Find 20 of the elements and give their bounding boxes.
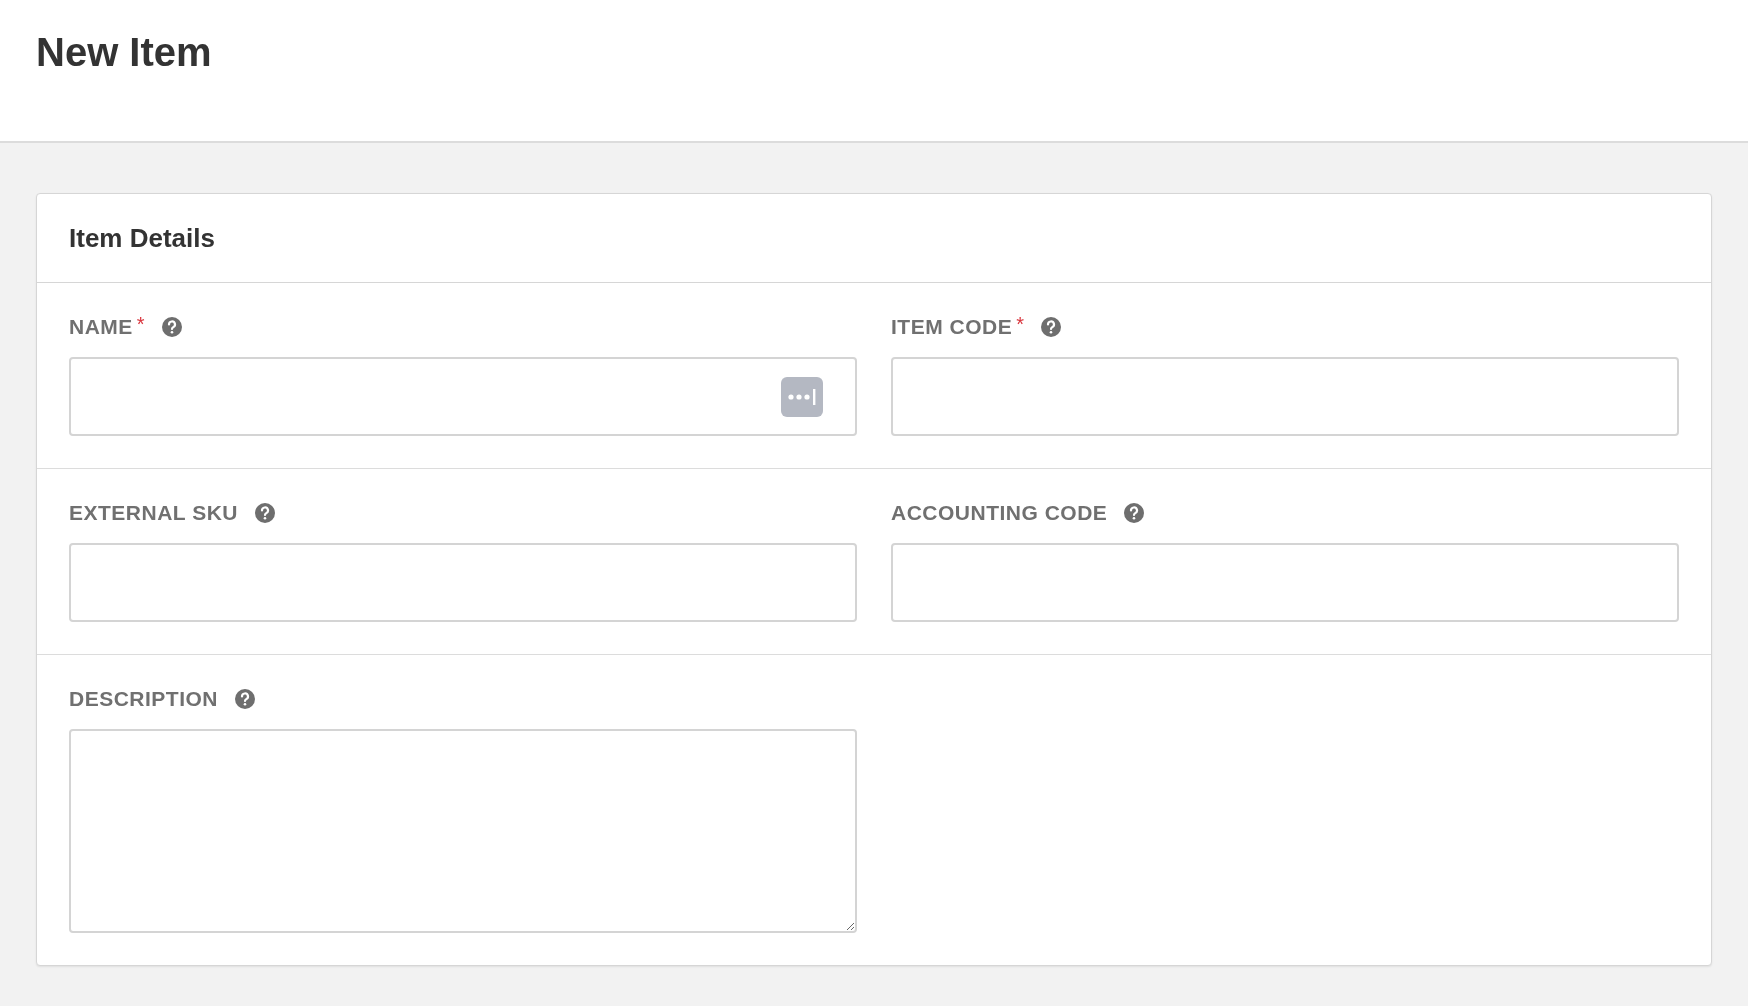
help-icon[interactable]	[234, 688, 256, 710]
field-label: DESCRIPTION	[69, 687, 218, 711]
page-title: New Item	[36, 30, 213, 75]
help-icon[interactable]	[1123, 502, 1146, 524]
required-mark: *	[1016, 313, 1024, 336]
card-title: Item Details	[69, 222, 215, 254]
field-label: EXTERNAL SKU	[69, 501, 238, 525]
input-field[interactable]	[891, 543, 1679, 622]
text-area[interactable]	[69, 729, 857, 933]
required-mark: *	[136, 313, 145, 336]
field-label: ITEM CODE	[891, 315, 1013, 339]
field-label: NAME	[69, 315, 133, 339]
input-field[interactable]	[891, 357, 1679, 436]
field-label: ACCOUNTING CODE	[891, 501, 1108, 525]
input-field[interactable]	[69, 357, 857, 436]
autofill-icon[interactable]	[781, 377, 823, 417]
input-field[interactable]	[69, 543, 857, 622]
help-icon[interactable]	[1039, 316, 1062, 338]
help-icon[interactable]	[253, 502, 276, 524]
help-icon[interactable]	[160, 316, 183, 338]
